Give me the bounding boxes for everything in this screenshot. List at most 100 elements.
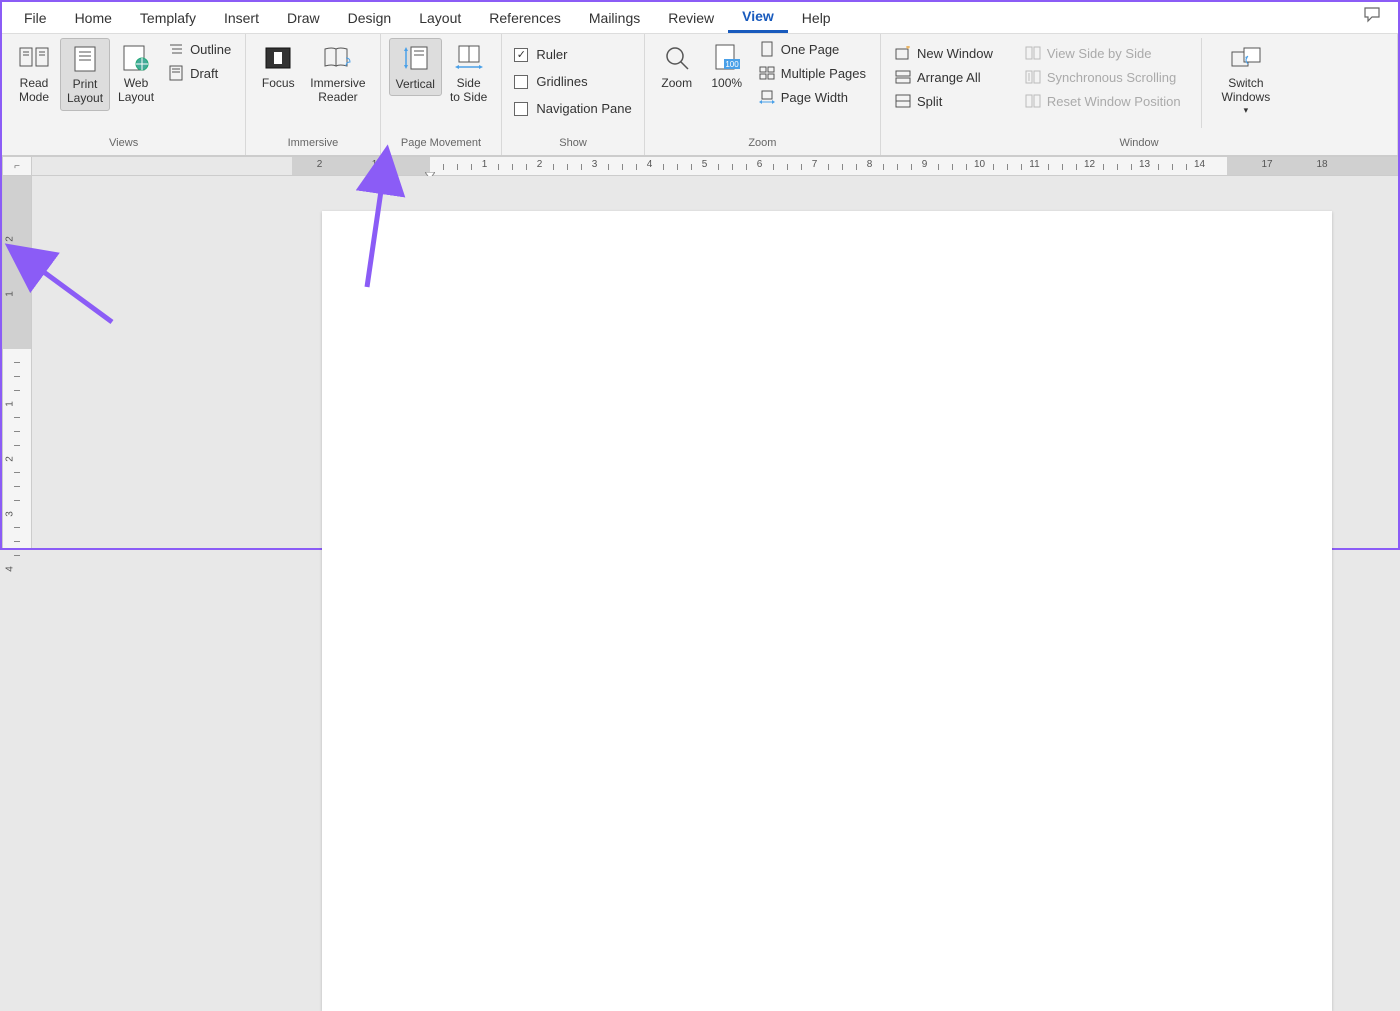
immersive-reader-label: Immersive Reader [310, 76, 365, 105]
switch-windows-button[interactable]: Switch Windows ▾ [1216, 38, 1277, 120]
checkbox-icon [514, 102, 528, 116]
vertical-label: Vertical [396, 77, 435, 91]
draft-label: Draft [190, 66, 218, 81]
group-window: New Window Arrange All Split View Side b… [881, 34, 1398, 155]
reset-window-position-button: Reset Window Position [1019, 90, 1187, 112]
menu-draw[interactable]: Draw [273, 4, 334, 32]
ruler-label: Ruler [536, 47, 567, 62]
one-page-icon [759, 41, 775, 57]
menu-layout[interactable]: Layout [405, 4, 475, 32]
group-zoom-label: Zoom [653, 135, 872, 153]
reset-window-position-label: Reset Window Position [1047, 94, 1181, 109]
vertical-icon [399, 43, 431, 75]
new-window-label: New Window [917, 46, 993, 61]
reset-window-position-icon [1025, 93, 1041, 109]
page-width-label: Page Width [781, 90, 848, 105]
gridlines-checkbox[interactable]: Gridlines [510, 69, 635, 94]
zoom-100-icon: 100 [711, 42, 743, 74]
multiple-pages-button[interactable]: Multiple Pages [753, 62, 872, 84]
outline-icon [168, 41, 184, 57]
group-views-label: Views [10, 135, 237, 153]
menu-mailings[interactable]: Mailings [575, 4, 654, 32]
checkbox-icon [514, 75, 528, 89]
one-page-button[interactable]: One Page [753, 38, 872, 60]
web-layout-icon [120, 42, 152, 74]
print-layout-label: Print Layout [67, 77, 103, 106]
read-mode-icon [18, 42, 50, 74]
side-to-side-label: Side to Side [450, 76, 487, 105]
navigation-pane-label: Navigation Pane [536, 101, 631, 116]
switch-windows-label: Switch Windows [1222, 76, 1271, 105]
side-to-side-button[interactable]: Side to Side [444, 38, 493, 109]
horizontal-ruler[interactable]: 2112345678910111213141718 [32, 156, 1398, 176]
zoom-icon [661, 42, 693, 74]
group-immersive-label: Immersive [254, 135, 371, 153]
print-layout-button[interactable]: Print Layout [60, 38, 110, 111]
menu-home[interactable]: Home [61, 4, 126, 32]
group-window-label: Window [889, 135, 1389, 153]
multiple-pages-label: Multiple Pages [781, 66, 866, 81]
side-to-side-icon [453, 42, 485, 74]
arrange-all-label: Arrange All [917, 70, 981, 85]
group-show-label: Show [510, 135, 635, 153]
zoom-button[interactable]: Zoom [653, 38, 701, 94]
svg-text:100: 100 [725, 60, 739, 69]
page-width-button[interactable]: Page Width [753, 86, 872, 108]
web-layout-button[interactable]: Web Layout [112, 38, 160, 109]
view-side-by-side-button: View Side by Side [1019, 42, 1187, 64]
focus-label: Focus [262, 76, 295, 90]
menubar: File Home Templafy Insert Draw Design La… [2, 2, 1398, 34]
chevron-down-icon: ▾ [1244, 105, 1249, 116]
focus-button[interactable]: Focus [254, 38, 302, 94]
vertical-button[interactable]: Vertical [389, 38, 442, 96]
page-width-icon [759, 89, 775, 105]
new-window-button[interactable]: New Window [889, 42, 999, 64]
zoom-100-button[interactable]: 100 100% [703, 38, 751, 94]
canvas[interactable] [32, 176, 1398, 548]
read-mode-button[interactable]: Read Mode [10, 38, 58, 109]
focus-icon [262, 42, 294, 74]
outline-button[interactable]: Outline [162, 38, 237, 60]
menu-view[interactable]: View [728, 2, 788, 33]
checkbox-icon: ✓ [514, 48, 528, 62]
menu-insert[interactable]: Insert [210, 4, 273, 32]
group-show: ✓ Ruler Gridlines Navigation Pane Show [502, 34, 644, 155]
immersive-reader-button[interactable]: Immersive Reader [304, 38, 371, 109]
vertical-ruler[interactable]: 211234 [2, 176, 32, 548]
new-window-icon [895, 45, 911, 61]
group-immersive: Focus Immersive Reader Immersive [246, 34, 380, 155]
one-page-label: One Page [781, 42, 840, 57]
group-page-movement: Vertical Side to Side Page Movement [381, 34, 503, 155]
menu-design[interactable]: Design [334, 4, 406, 32]
split-label: Split [917, 94, 942, 109]
zoom-label: Zoom [661, 76, 692, 90]
menu-file[interactable]: File [10, 4, 61, 32]
arrange-all-button[interactable]: Arrange All [889, 66, 999, 88]
zoom-100-label: 100% [711, 76, 742, 90]
menu-references[interactable]: References [475, 4, 575, 32]
menu-review[interactable]: Review [654, 4, 728, 32]
workspace: 211234 [2, 176, 1398, 548]
ruler-corner[interactable]: ⌐ [2, 156, 32, 176]
arrange-all-icon [895, 69, 911, 85]
menu-templafy[interactable]: Templafy [126, 4, 210, 32]
ruler-area: ⌐ 2112345678910111213141718 [2, 156, 1398, 176]
read-mode-label: Read Mode [19, 76, 49, 105]
menu-help[interactable]: Help [788, 4, 845, 32]
split-button[interactable]: Split [889, 90, 999, 112]
synchronous-scrolling-label: Synchronous Scrolling [1047, 70, 1176, 85]
group-page-movement-label: Page Movement [389, 135, 494, 153]
ruler-checkbox[interactable]: ✓ Ruler [510, 42, 635, 67]
ribbon: Read Mode Print Layout Web Layout Outlin… [2, 34, 1398, 156]
outline-label: Outline [190, 42, 231, 57]
immersive-reader-icon [322, 42, 354, 74]
navigation-pane-checkbox[interactable]: Navigation Pane [510, 96, 635, 121]
comments-icon[interactable] [1356, 3, 1390, 32]
synchronous-scrolling-icon [1025, 69, 1041, 85]
gridlines-label: Gridlines [536, 74, 587, 89]
document-page[interactable] [322, 211, 1332, 1011]
multiple-pages-icon [759, 65, 775, 81]
switch-windows-icon [1230, 42, 1262, 74]
draft-button[interactable]: Draft [162, 62, 237, 84]
group-views: Read Mode Print Layout Web Layout Outlin… [2, 34, 246, 155]
